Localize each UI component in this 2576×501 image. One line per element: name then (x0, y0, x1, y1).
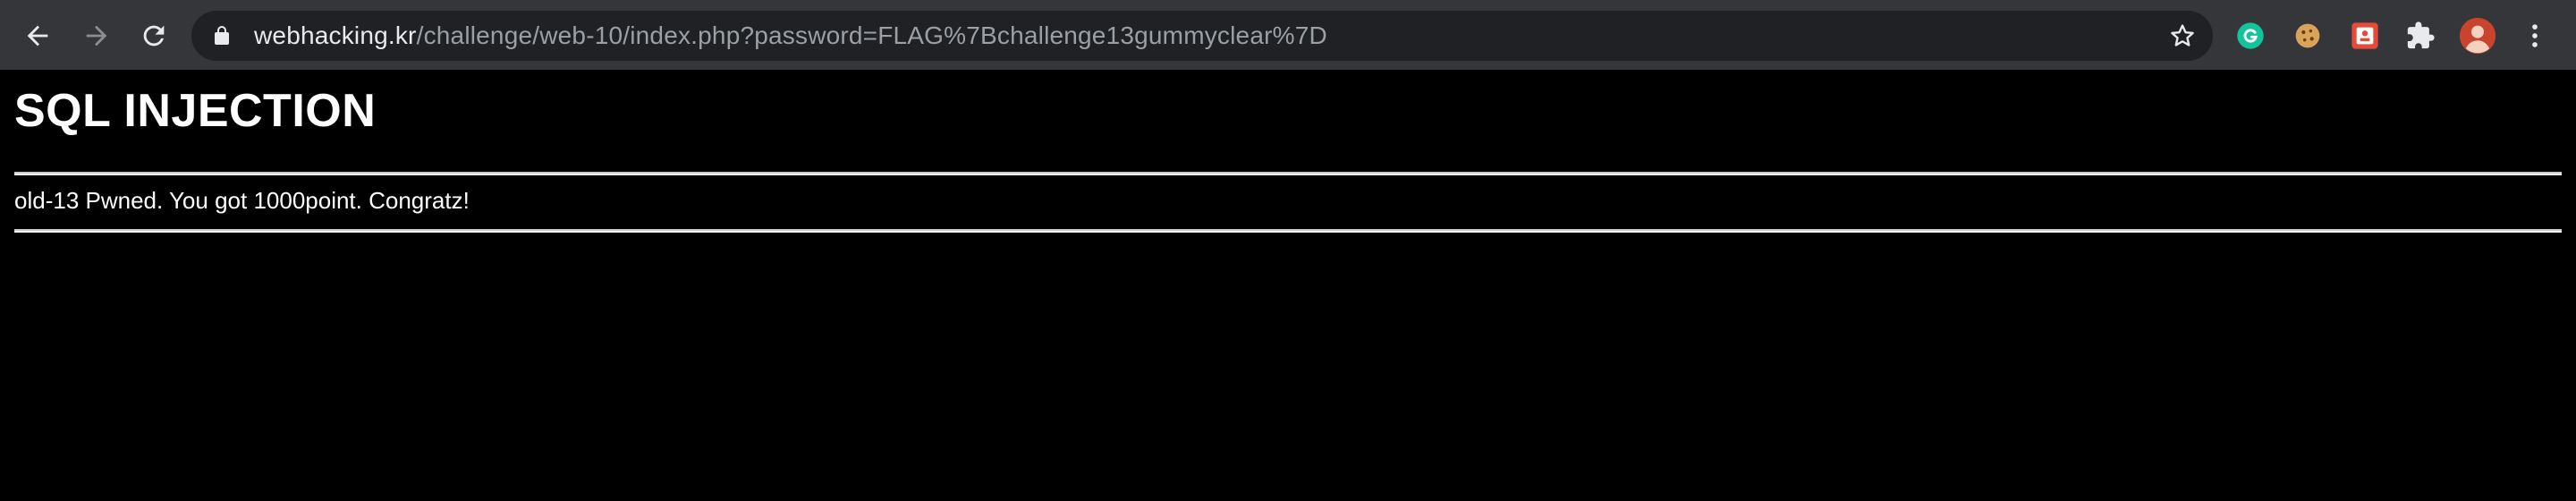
status-message: old-13 Pwned. You got 1000point. Congrat… (14, 187, 470, 214)
grammarly-extension[interactable] (2231, 16, 2270, 55)
puzzle-icon (2407, 21, 2435, 49)
extensions-button[interactable] (2401, 16, 2440, 55)
cookie-icon (2295, 23, 2320, 48)
url-path: /challenge/web-10/index.php?password=FLA… (416, 21, 1327, 49)
divider-top (14, 172, 2562, 175)
url-text[interactable]: webhacking.kr/challenge/web-10/index.php… (254, 11, 1327, 61)
address-bar[interactable]: webhacking.kr/challenge/web-10/index.php… (191, 11, 2213, 61)
lock-icon[interactable] (211, 25, 233, 47)
cookie-extension[interactable] (2288, 16, 2327, 55)
menu-button[interactable] (2515, 16, 2555, 55)
profile-button[interactable] (2458, 16, 2497, 55)
bookmark-button[interactable] (2166, 20, 2199, 52)
back-button[interactable] (18, 16, 57, 55)
page-content: SQL INJECTION old-13 Pwned. You got 1000… (0, 70, 2576, 501)
grammarly-icon (2237, 22, 2264, 49)
divider-bottom (14, 229, 2562, 233)
forward-button[interactable] (77, 16, 116, 55)
avatar (2459, 17, 2496, 55)
page-title: SQL INJECTION (14, 85, 377, 137)
reload-icon (143, 25, 165, 47)
forward-arrow-icon (86, 25, 107, 47)
url-host: webhacking.kr (254, 21, 417, 49)
bookmark-star-icon (2171, 24, 2194, 47)
more-vert-icon (2532, 24, 2538, 47)
back-arrow-icon (27, 25, 48, 47)
browser-toolbar: webhacking.kr/challenge/web-10/index.php… (0, 0, 2576, 70)
red-extension[interactable] (2345, 16, 2385, 55)
reload-button[interactable] (134, 16, 174, 55)
extension-red-icon (2351, 22, 2378, 49)
